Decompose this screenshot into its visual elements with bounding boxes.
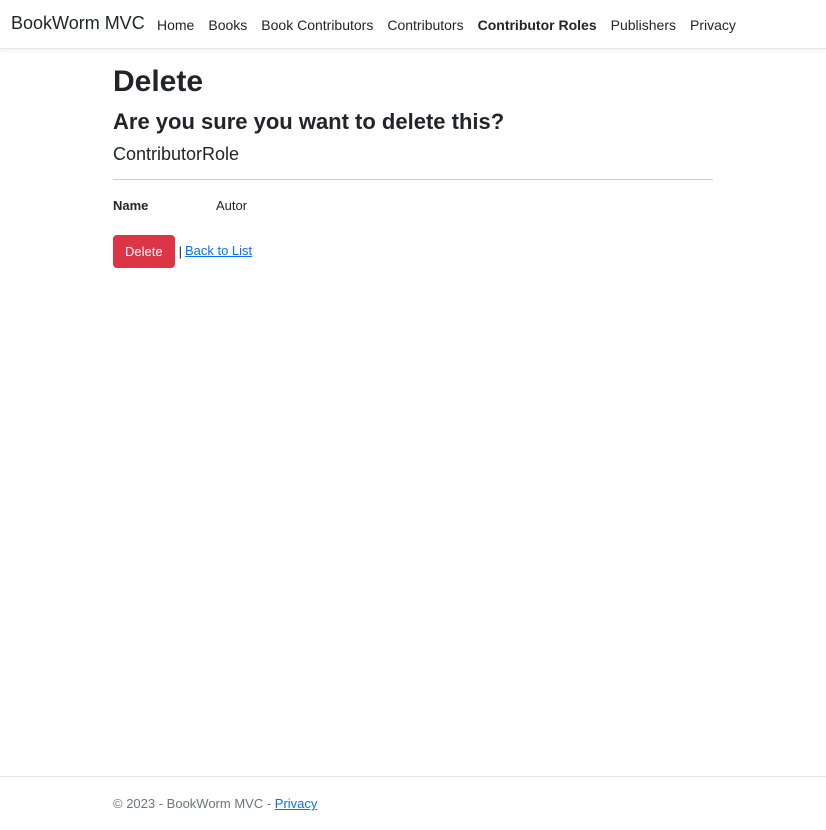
delete-button[interactable]: Delete <box>113 235 175 268</box>
copyright-text: © 2023 - BookWorm MVC - <box>113 796 275 811</box>
main-nav: Home Books Book Contributors Contributor… <box>157 16 750 34</box>
nav-item-contributor-roles[interactable]: Contributor Roles <box>478 16 597 34</box>
nav-item-publishers[interactable]: Publishers <box>611 16 676 34</box>
footer-text: © 2023 - BookWorm MVC - Privacy <box>113 796 317 811</box>
divider <box>113 179 713 180</box>
footer-privacy-link[interactable]: Privacy <box>275 796 318 811</box>
confirmation-question: Are you sure you want to delete this? <box>113 109 505 134</box>
nav-item-books[interactable]: Books <box>208 16 247 34</box>
form-actions: Delete | Back to List <box>113 235 713 268</box>
nav-item-contributors[interactable]: Contributors <box>387 16 463 34</box>
back-to-list-link[interactable]: Back to List <box>185 243 252 258</box>
navbar: BookWorm MVC Home Books Book Contributor… <box>0 0 826 49</box>
separator: | <box>178 244 182 259</box>
detail-value: Autor <box>216 198 248 213</box>
brand-link[interactable]: BookWorm MVC <box>11 13 145 34</box>
detail-row-name: Name Autor <box>113 197 713 215</box>
main-content: Delete Are you sure you want to delete t… <box>113 62 713 268</box>
page-title: Delete <box>113 65 204 98</box>
nav-item-home[interactable]: Home <box>157 16 194 34</box>
entity-name: ContributorRole <box>113 144 240 164</box>
nav-item-book-contributors[interactable]: Book Contributors <box>261 16 373 34</box>
nav-item-privacy[interactable]: Privacy <box>690 16 736 34</box>
detail-label: Name <box>113 198 149 213</box>
footer: © 2023 - BookWorm MVC - Privacy <box>0 776 826 830</box>
